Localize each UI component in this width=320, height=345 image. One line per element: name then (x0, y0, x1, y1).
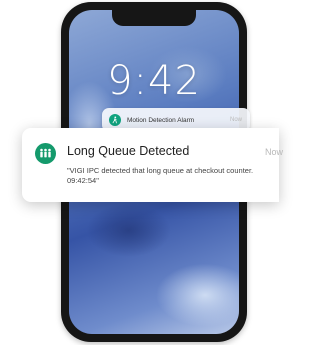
notification-title: Long Queue Detected (67, 144, 190, 158)
lock-screen-time: 9:42 (107, 58, 201, 104)
group-people-icon (35, 143, 56, 164)
person-walking-icon (109, 114, 121, 126)
long-queue-notification[interactable]: Long Queue Detected Now "VIGI IPC detect… (22, 128, 283, 202)
notification-body: "VIGI IPC detected that long queue at ch… (67, 166, 254, 185)
notification-title: Motion Detection Alarm (127, 116, 195, 124)
notification-time: Now (229, 117, 242, 123)
phone-notch (112, 10, 196, 26)
notification-time: Now (265, 147, 284, 157)
